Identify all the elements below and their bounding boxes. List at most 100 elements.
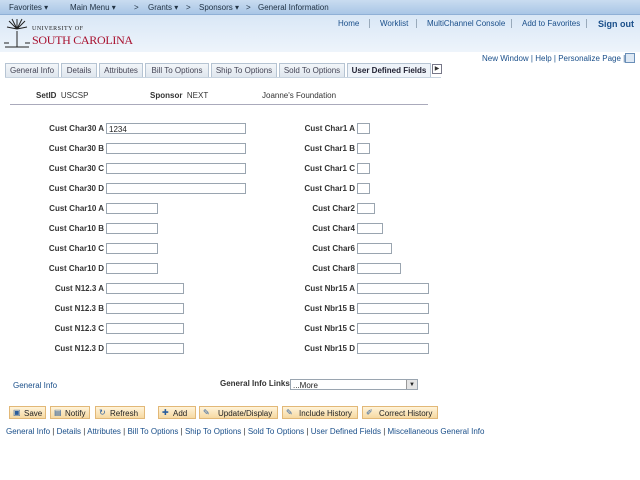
tab-bill-to-options[interactable]: Bill To Options — [145, 63, 209, 77]
bottom-link[interactable]: Ship To Options — [185, 427, 241, 436]
tab-scroll-right-icon[interactable]: ▶ — [432, 64, 442, 74]
bottom-link[interactable]: Miscellaneous General Info — [388, 427, 485, 436]
general-info-links-select[interactable]: ...More ▼ — [290, 379, 418, 390]
add-button[interactable]: ✚ Add — [158, 406, 196, 419]
field-input[interactable] — [357, 143, 370, 154]
personalize-page-link[interactable]: Personalize Page — [558, 54, 621, 63]
field-input[interactable] — [106, 203, 158, 214]
main-menu[interactable]: Main Menu ▾ — [70, 3, 116, 12]
multichannel-console-link[interactable]: MultiChannel Console — [427, 19, 505, 28]
save-button[interactable]: ▣ Save — [9, 406, 46, 419]
grants-menu[interactable]: Grants ▾ — [148, 3, 178, 12]
field-input[interactable] — [357, 123, 370, 134]
page-bar: New Window | Help | Personalize Page | — [482, 54, 626, 63]
field-input[interactable] — [357, 183, 370, 194]
bottom-links: General Info | Details | Attributes | Bi… — [6, 427, 485, 436]
tab-ship-to-options[interactable]: Ship To Options — [211, 63, 277, 77]
top-nav-bar: Favorites ▾ Main Menu ▾ > Grants ▾ > Spo… — [0, 0, 640, 15]
field-input[interactable] — [357, 303, 429, 314]
field-input[interactable] — [357, 323, 429, 334]
field-input[interactable] — [106, 283, 184, 294]
pencil-icon: ✎ — [203, 408, 210, 417]
field-label: Cust N12.3 D — [54, 344, 104, 353]
field-input[interactable] — [357, 163, 370, 174]
field-input[interactable] — [106, 223, 158, 234]
field-label: Cust Nbr15 C — [304, 324, 355, 333]
field-label: Cust Char30 C — [48, 164, 104, 173]
refresh-button[interactable]: ↻ Refresh — [95, 406, 145, 419]
field-label: Cust Char10 D — [48, 264, 104, 273]
field-input[interactable] — [357, 243, 392, 254]
add-to-favorites-link[interactable]: Add to Favorites — [522, 19, 580, 28]
field-label: Cust Char30 D — [48, 184, 104, 193]
notify-button[interactable]: ▤ Notify — [50, 406, 90, 419]
correct-history-icon: ✐ — [366, 408, 373, 417]
field-label: Cust Char1 A — [304, 124, 355, 133]
field-label: Cust Char8 — [312, 264, 355, 273]
tab-sold-to-options[interactable]: Sold To Options — [279, 63, 345, 77]
correct-history-button[interactable]: ✐ Correct History — [362, 406, 438, 419]
field-label: Cust N12.3 B — [54, 304, 104, 313]
favorites-menu[interactable]: Favorites ▾ — [9, 3, 48, 12]
field-label: Cust Char1 B — [304, 144, 355, 153]
field-input[interactable] — [357, 203, 375, 214]
worklist-link[interactable]: Worklist — [380, 19, 408, 28]
field-input[interactable] — [106, 263, 158, 274]
update-display-button[interactable]: ✎ Update/Display — [199, 406, 278, 419]
tab-user-defined-fields[interactable]: User Defined Fields — [347, 63, 431, 78]
field-input[interactable] — [106, 343, 184, 354]
breadcrumb-separator: > — [134, 3, 139, 12]
field-label: Cust Char10 C — [48, 244, 104, 253]
field-input[interactable] — [357, 263, 401, 274]
bottom-link[interactable]: Bill To Options — [127, 427, 178, 436]
setid-field: SetID USCSP — [36, 91, 89, 100]
grid-icon[interactable] — [625, 53, 635, 63]
field-input[interactable] — [106, 183, 246, 194]
notify-icon: ▤ — [54, 408, 62, 417]
field-input[interactable] — [357, 343, 429, 354]
field-label: Cust Char1 D — [304, 184, 355, 193]
help-link[interactable]: Help — [535, 54, 551, 63]
logo-text-line1: UNIVERSITY OF — [32, 26, 84, 32]
field-label: Cust Char1 C — [304, 164, 355, 173]
bottom-link[interactable]: General Info — [6, 427, 50, 436]
field-label: Cust Nbr15 B — [304, 304, 355, 313]
field-label: Cust Nbr15 D — [304, 344, 355, 353]
field-label: Cust N12.3 C — [54, 324, 104, 333]
sponsor-field: Sponsor NEXT — [150, 91, 209, 100]
sign-out-link[interactable]: Sign out — [598, 19, 634, 29]
tab-details[interactable]: Details — [61, 63, 97, 77]
field-input[interactable] — [106, 243, 158, 254]
field-input[interactable] — [106, 163, 246, 174]
tab-attributes[interactable]: Attributes — [99, 63, 143, 77]
breadcrumb-current: General Information — [258, 3, 329, 12]
field-input[interactable] — [106, 303, 184, 314]
field-label: Cust Char2 — [312, 204, 355, 213]
include-history-button[interactable]: ✎ Include History — [282, 406, 358, 419]
sponsors-menu[interactable]: Sponsors ▾ — [199, 3, 239, 12]
field-input[interactable]: 1234 — [106, 123, 246, 134]
general-info-links-label: General Info Links: — [220, 379, 293, 388]
general-info-link[interactable]: General Info — [13, 381, 57, 390]
sponsor-name: Joanne's Foundation — [262, 91, 337, 100]
field-label: Cust Char4 — [312, 224, 355, 233]
field-label: Cust Char10 A — [49, 204, 104, 213]
field-input[interactable] — [357, 283, 429, 294]
field-label: Cust Char6 — [312, 244, 355, 253]
logo-text-line2: SOUTH CAROLINA — [32, 33, 133, 47]
bottom-link[interactable]: Sold To Options — [248, 427, 304, 436]
refresh-icon: ↻ — [99, 408, 106, 417]
field-label: Cust Char10 B — [48, 224, 104, 233]
field-label: Cust N12.3 A — [54, 284, 104, 293]
new-window-link[interactable]: New Window — [482, 54, 529, 63]
bottom-link[interactable]: Attributes — [87, 427, 121, 436]
history-icon: ✎ — [286, 408, 293, 417]
field-input[interactable] — [357, 223, 383, 234]
home-link[interactable]: Home — [338, 19, 359, 28]
field-input[interactable] — [106, 143, 246, 154]
field-label: Cust Char30 A — [49, 124, 104, 133]
tab-general-info[interactable]: General Info — [5, 63, 59, 77]
bottom-link[interactable]: User Defined Fields — [311, 427, 381, 436]
field-input[interactable] — [106, 323, 184, 334]
bottom-link[interactable]: Details — [57, 427, 81, 436]
